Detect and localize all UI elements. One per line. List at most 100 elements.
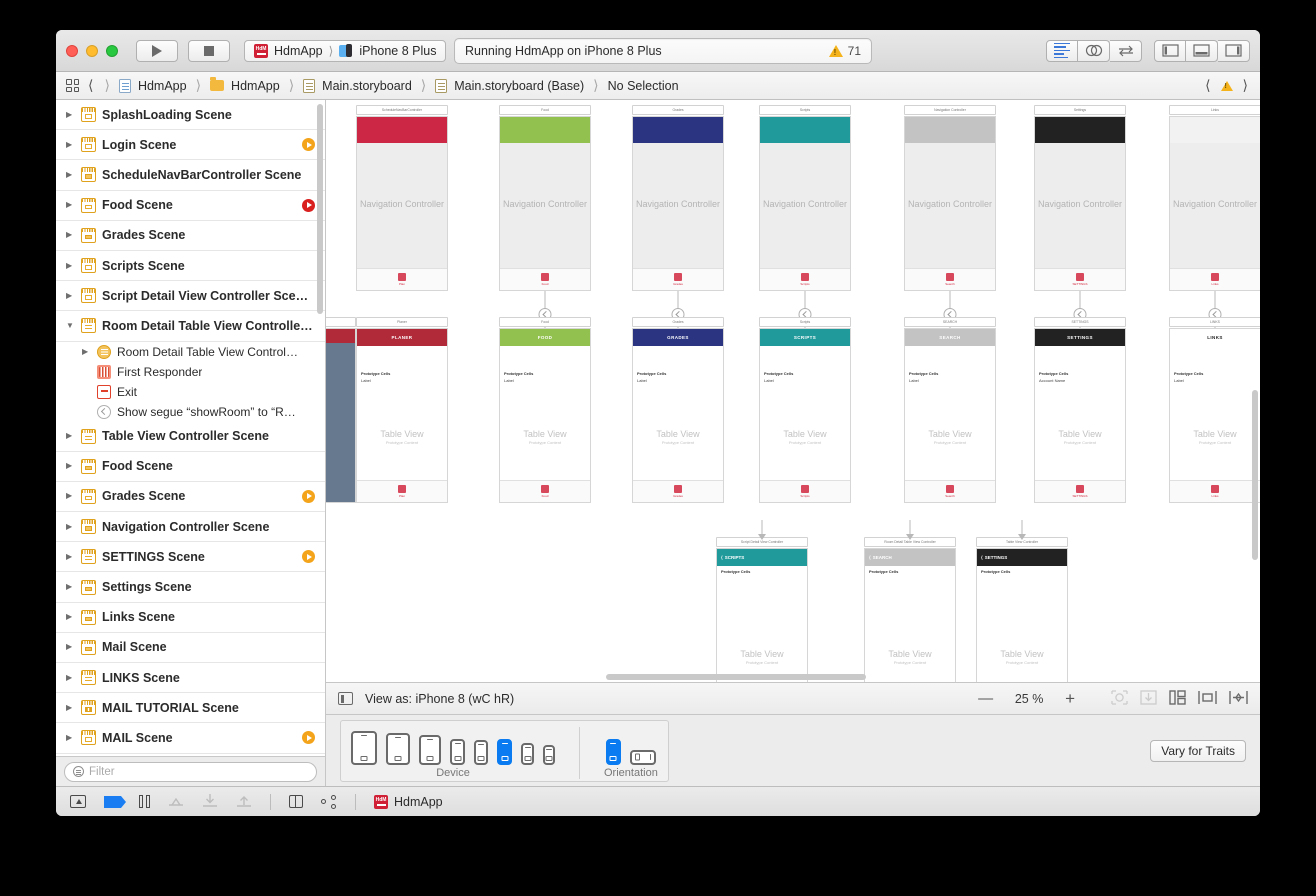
navigator-row[interactable]: ▶ Settings Scene: [56, 572, 325, 603]
back-button[interactable]: ⟨: [86, 77, 95, 94]
breadcrumb-item-2[interactable]: Main.storyboard: [322, 79, 412, 93]
vary-for-traits-button[interactable]: Vary for Traits: [1150, 739, 1246, 762]
disclosure-collapsed-icon[interactable]: ▶: [66, 583, 75, 591]
navigator-row[interactable]: ▼ Room Detail Table View Controlle…: [56, 311, 325, 342]
navigator-row[interactable]: ▶ Script Detail View Controller Sce…: [56, 281, 325, 312]
step-into-button[interactable]: [202, 793, 218, 810]
view-hierarchy-icon[interactable]: [289, 794, 303, 809]
prototype-cell-row[interactable]: Account Name: [1035, 377, 1125, 384]
scene-canvas[interactable]: ⟨ SETTINGS Prototype Cells Table View Protot…: [976, 548, 1068, 682]
assistant-editor-button[interactable]: [1078, 39, 1110, 62]
align-button[interactable]: [1198, 690, 1217, 708]
prototype-cell-row[interactable]: Label: [633, 377, 723, 384]
disclosure-expanded-icon[interactable]: ▼: [66, 321, 75, 330]
navigator-row[interactable]: ▶ Table View Controller Scene: [56, 422, 325, 452]
scene-canvas[interactable]: FOOD Prototype Cells Label Table View Protot…: [499, 328, 591, 503]
navigator-row[interactable]: ▶ Food Scene: [56, 191, 325, 221]
maximize-window-button[interactable]: [106, 44, 118, 57]
show-hide-icon[interactable]: [70, 795, 86, 808]
scene-canvas[interactable]: ⟨ SCRIPTS Prototype Cells Table View Prototy…: [716, 548, 808, 682]
storyboard-scene[interactable]: Planer: [326, 317, 356, 503]
scene-canvas[interactable]: SCRIPTS Prototype Cells Label Table View Pro…: [759, 328, 851, 503]
disclosure-collapsed-icon[interactable]: ▶: [66, 432, 75, 440]
navigator-row[interactable]: First Responder: [56, 362, 325, 382]
storyboard-scene[interactable]: LINKS LINKS Prototype Cells Label Table View…: [1169, 317, 1260, 503]
toggle-utilities-button[interactable]: [1218, 39, 1250, 62]
device-iphone-4s[interactable]: [543, 744, 555, 765]
orientation-landscape[interactable]: [629, 749, 656, 765]
scene-canvas[interactable]: LINKS Prototype Cells Label Table View Proto…: [1169, 328, 1260, 503]
device-iphone-se[interactable]: [521, 742, 534, 765]
storyboard-scene[interactable]: ScheduleNavBarController Navigation Contr…: [356, 105, 448, 291]
prototype-cell-row[interactable]: Label: [760, 377, 850, 384]
storyboard-scene[interactable]: Room Detail Table View Controller ⟨ SEARCH…: [864, 537, 956, 682]
storyboard-scene[interactable]: SEARCH SEARCH Prototype Cells Label Table Vi…: [904, 317, 996, 503]
storyboard-scene[interactable]: SETTINGS SETTINGS Prototype Cells Account N…: [1034, 317, 1126, 503]
device-ipad-97[interactable]: [419, 734, 441, 765]
resolve-auto-layout-issues-button[interactable]: [1111, 689, 1128, 708]
memory-graph-icon[interactable]: [321, 794, 337, 809]
minimize-window-button[interactable]: [86, 44, 98, 57]
warning-indicator[interactable]: 71: [828, 44, 861, 58]
disclosure-collapsed-icon[interactable]: ▶: [66, 703, 75, 712]
navigator-scrollbar[interactable]: [317, 104, 323, 314]
prototype-cell-row[interactable]: Label: [1170, 377, 1260, 384]
segue-connector[interactable]: [1014, 514, 1030, 544]
back-chevron-icon[interactable]: ⟨: [981, 555, 983, 561]
version-editor-button[interactable]: [1110, 39, 1142, 62]
scene-canvas[interactable]: ⟨ SEARCH Prototype Cells Table View Prototyp…: [864, 548, 956, 682]
breakpoint-icon[interactable]: [104, 795, 126, 808]
breadcrumb-item-0[interactable]: HdmApp: [138, 79, 187, 93]
back-chevron-icon[interactable]: ⟨: [721, 555, 723, 561]
storyboard-scene[interactable]: Food FOOD Prototype Cells Label Table View Pr…: [499, 317, 591, 503]
navigator-row[interactable]: ▶ Scripts Scene: [56, 251, 325, 282]
prototype-cell-row[interactable]: Label: [357, 377, 447, 384]
navigator-row[interactable]: ▶Step1 Scene: [56, 754, 325, 756]
navigator-row[interactable]: ▶ Navigation Controller Scene: [56, 512, 325, 543]
prototype-cell-row[interactable]: Label: [905, 377, 995, 384]
navigator-row[interactable]: ▶ SETTINGS Scene: [56, 542, 325, 573]
storyboard-scene[interactable]: Table View Controller ⟨ SETTINGS Prototype …: [976, 537, 1068, 682]
storyboard-scene[interactable]: Links Navigation Controller Links: [1169, 105, 1260, 291]
device-row[interactable]: [351, 730, 555, 765]
scene-canvas[interactable]: Navigation Controller Plan: [356, 116, 448, 291]
view-as-icon[interactable]: [338, 692, 353, 705]
scene-canvas[interactable]: PLANER Prototype Cells Label Table View Prot…: [356, 328, 448, 503]
step-over-button[interactable]: [168, 794, 184, 810]
pause-icon[interactable]: [139, 795, 150, 808]
storyboard-scene[interactable]: Script Detail View Controller ⟨ SCRIPTS Pro…: [716, 537, 808, 682]
segue-badge[interactable]: [302, 138, 315, 152]
scene-canvas[interactable]: Navigation Controller Grades: [632, 116, 724, 291]
orientation-row[interactable]: [605, 738, 656, 765]
storyboard-scene[interactable]: Food Navigation Controller Food: [499, 105, 591, 291]
navigator-row[interactable]: ▶ SplashLoading Scene: [56, 100, 325, 131]
activity-status-field[interactable]: Running HdmApp on iPhone 8 Plus 71: [454, 37, 872, 64]
breadcrumb-item-1[interactable]: HdmApp: [231, 79, 280, 93]
navigator-row[interactable]: Exit: [56, 382, 325, 402]
storyboard-scene[interactable]: Grades Navigation Controller Grades: [632, 105, 724, 291]
navigator-row[interactable]: ▶ Links Scene: [56, 603, 325, 633]
scheme-selector[interactable]: HdM HdmApp ⟩ iPhone 8 Plus: [244, 39, 447, 62]
standard-editor-button[interactable]: [1046, 39, 1078, 62]
disclosure-collapsed-icon[interactable]: ▶: [66, 492, 75, 500]
navigator-row[interactable]: ▶ Login Scene: [56, 130, 325, 161]
view-as-label[interactable]: View as: iPhone 8 (wC hR): [365, 692, 514, 706]
navigator-row[interactable]: Show segue “showRoom” to “R…: [56, 402, 325, 422]
orientation-portrait[interactable]: [605, 738, 621, 765]
scene-canvas[interactable]: SEARCH Prototype Cells Label Table View Prot…: [904, 328, 996, 503]
navigator-row[interactable]: ▶ MAIL Scene: [56, 723, 325, 754]
scene-canvas[interactable]: Navigation Controller Search: [904, 116, 996, 291]
disclosure-collapsed-icon[interactable]: ▶: [82, 347, 91, 356]
storyboard-canvas[interactable]: ScheduleNavBarController Navigation Contr…: [326, 100, 1260, 682]
storyboard-scene[interactable]: Settings Navigation Controller SETTINGS: [1034, 105, 1126, 291]
navigator-row[interactable]: ▶ LINKS Scene: [56, 663, 325, 694]
segue-connector[interactable]: [902, 514, 918, 544]
forward-button[interactable]: ⟩: [102, 77, 111, 94]
device-iphone-8[interactable]: [497, 738, 512, 765]
scene-canvas[interactable]: Navigation Controller SETTINGS: [1034, 116, 1126, 291]
step-out-button[interactable]: [236, 793, 252, 810]
related-items-icon[interactable]: [66, 79, 79, 92]
storyboard-scene[interactable]: Navigation Controller Navigation Controll…: [904, 105, 996, 291]
add-new-constraints-button[interactable]: [1229, 690, 1248, 708]
zoom-out-button[interactable]: —: [978, 690, 993, 707]
